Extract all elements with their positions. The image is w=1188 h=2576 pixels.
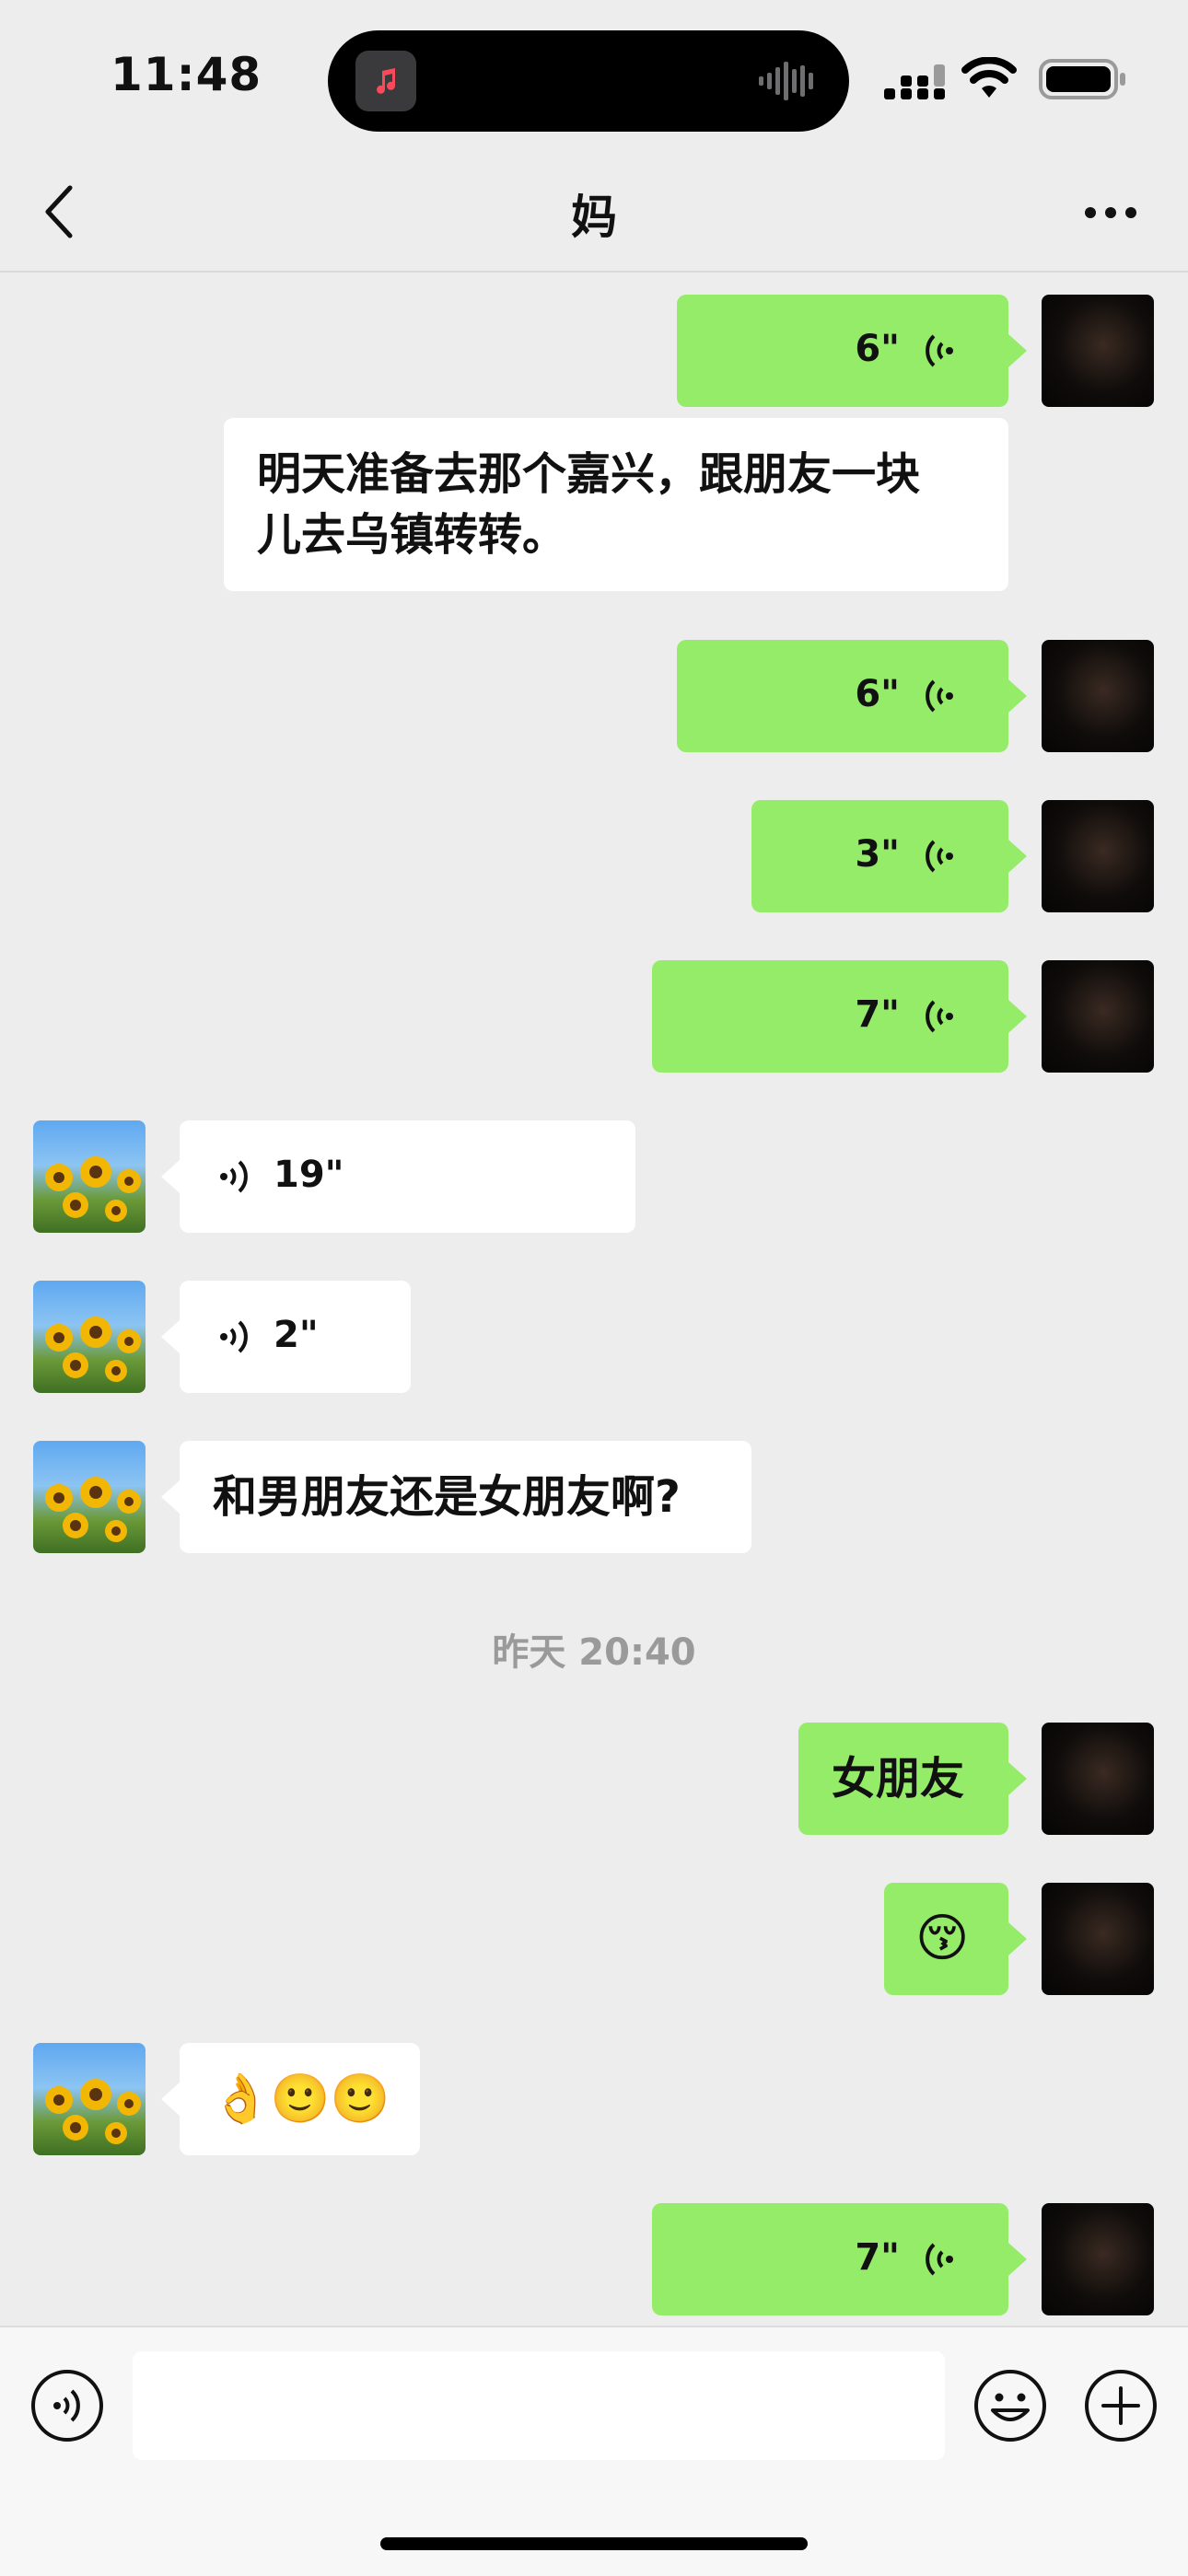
voice-wave-icon: [926, 1000, 953, 1033]
emoji-icon[interactable]: [973, 2368, 1048, 2443]
voice-wave-icon: [220, 1160, 248, 1193]
audio-wave-icon: [759, 62, 813, 100]
message-emoji: 👌🙂🙂: [211, 2071, 390, 2127]
message-text: 和男朋友还是女朋友啊?: [213, 1471, 681, 1523]
wifi-icon: [961, 57, 1017, 98]
voice-bubble[interactable]: 7": [652, 960, 1008, 1073]
status-bar: 11:48: [0, 0, 1188, 157]
message-input[interactable]: [133, 2351, 945, 2460]
voice-duration: 6": [855, 673, 900, 715]
chat-header: 妈: [0, 157, 1188, 273]
voice-wave-icon: [926, 2243, 953, 2276]
voice-bubble[interactable]: 3": [751, 800, 1008, 912]
home-indicator: [380, 2537, 808, 2550]
plus-icon[interactable]: [1083, 2368, 1159, 2443]
voice-bubble[interactable]: 2": [180, 1281, 411, 1393]
voice-bubble[interactable]: 6": [677, 295, 1008, 407]
contact-avatar[interactable]: [33, 1120, 146, 1233]
my-avatar[interactable]: [1042, 295, 1154, 407]
dynamic-island: [328, 30, 849, 132]
voice-input-icon[interactable]: [29, 2368, 105, 2443]
emoji-bubble[interactable]: 😚: [884, 1883, 1008, 1995]
message-text-line: 儿去乌镇转转。: [257, 509, 567, 561]
voice-wave-icon: [220, 1320, 248, 1353]
text-bubble[interactable]: 和男朋友还是女朋友啊?: [180, 1441, 751, 1553]
my-avatar[interactable]: [1042, 1883, 1154, 1995]
voice-duration: 19": [274, 1154, 344, 1196]
sunflower-avatar-image: [45, 1317, 141, 1382]
contact-avatar[interactable]: [33, 1281, 146, 1393]
my-avatar[interactable]: [1042, 800, 1154, 912]
voice-duration: 7": [855, 993, 900, 1036]
voice-duration: 2": [274, 1314, 319, 1356]
text-bubble[interactable]: 女朋友: [798, 1723, 1008, 1835]
text-bubble[interactable]: 明天准备去那个嘉兴，跟朋友一块 儿去乌镇转转。: [224, 418, 1008, 591]
voice-bubble[interactable]: 19": [180, 1120, 635, 1233]
my-avatar[interactable]: [1042, 1723, 1154, 1835]
voice-wave-icon: [926, 679, 953, 713]
cellular-signal-icon: [884, 64, 945, 99]
my-avatar[interactable]: [1042, 2203, 1154, 2315]
voice-wave-icon: [926, 334, 953, 367]
status-time: 11:48: [111, 48, 262, 101]
message-emoji: 😚: [915, 1909, 970, 1968]
chat-timestamp: 昨天 20:40: [492, 1631, 696, 1674]
voice-bubble[interactable]: 7": [652, 2203, 1008, 2315]
voice-duration: 3": [855, 833, 900, 876]
my-avatar[interactable]: [1042, 640, 1154, 752]
emoji-bubble[interactable]: 👌🙂🙂: [180, 2043, 420, 2155]
message-text-line: 明天准备去那个嘉兴，跟朋友一块: [257, 448, 921, 500]
voice-duration: 7": [855, 2236, 900, 2279]
more-icon[interactable]: [1081, 190, 1140, 236]
sunflower-avatar-image: [45, 1477, 141, 1542]
voice-bubble[interactable]: 6": [677, 640, 1008, 752]
message-text: 女朋友: [832, 1753, 965, 1804]
my-avatar[interactable]: [1042, 960, 1154, 1073]
contact-avatar[interactable]: [33, 2043, 146, 2155]
sunflower-avatar-image: [45, 2079, 141, 2144]
chat-title: 妈: [571, 191, 617, 244]
contact-avatar[interactable]: [33, 1441, 146, 1553]
battery-icon: [1039, 59, 1125, 99]
voice-duration: 6": [855, 328, 900, 370]
sunflower-avatar-image: [45, 1156, 141, 1222]
music-app-icon: [355, 51, 416, 111]
voice-wave-icon: [926, 840, 953, 873]
